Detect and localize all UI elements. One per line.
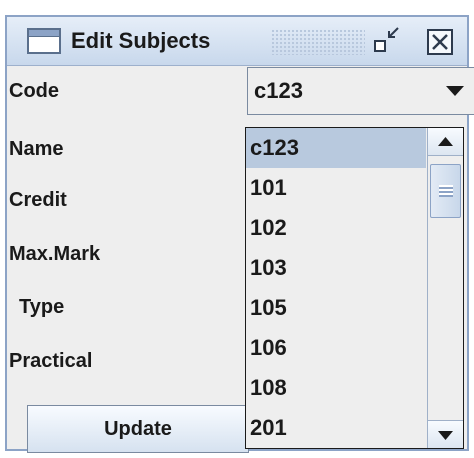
title-bar-grip bbox=[271, 29, 365, 55]
dropdown-option[interactable]: 201 bbox=[246, 408, 426, 448]
dropdown-option-selected[interactable]: c123 bbox=[246, 128, 426, 168]
window-icon bbox=[27, 28, 61, 54]
scroll-thumb[interactable] bbox=[430, 164, 461, 218]
dropdown-option[interactable]: 106 bbox=[246, 328, 426, 368]
chevron-down-icon bbox=[438, 431, 453, 440]
update-button[interactable]: Update bbox=[27, 405, 249, 453]
code-dropdown-list[interactable]: c123 101 102 103 105 106 108 201 bbox=[245, 127, 464, 449]
name-label: Name bbox=[9, 138, 64, 160]
credit-label: Credit bbox=[9, 189, 67, 211]
scroll-thumb-grip-icon bbox=[439, 185, 453, 197]
chevron-up-icon bbox=[438, 137, 453, 146]
dropdown-scrollbar[interactable] bbox=[427, 128, 463, 448]
scroll-up-button[interactable] bbox=[428, 128, 463, 156]
dropdown-option[interactable]: 108 bbox=[246, 368, 426, 408]
dropdown-option[interactable]: 102 bbox=[246, 208, 426, 248]
close-icon[interactable] bbox=[427, 29, 453, 55]
dropdown-options: c123 101 102 103 105 106 108 201 bbox=[246, 128, 426, 448]
scroll-down-button[interactable] bbox=[428, 420, 463, 448]
dropdown-option[interactable]: 105 bbox=[246, 288, 426, 328]
type-label: Type bbox=[19, 296, 65, 318]
practical-label: Practical bbox=[9, 350, 93, 372]
code-combobox-value: c123 bbox=[254, 78, 303, 103]
code-combobox[interactable]: c123 bbox=[247, 67, 474, 115]
window-title: Edit Subjects bbox=[71, 28, 211, 53]
code-label: Code bbox=[9, 80, 59, 102]
title-bar[interactable]: Edit Subjects bbox=[7, 17, 467, 66]
minimize-icon[interactable] bbox=[373, 25, 401, 55]
dropdown-option[interactable]: 101 bbox=[246, 168, 426, 208]
max-mark-label: Max.Mark bbox=[9, 243, 101, 265]
chevron-down-icon[interactable] bbox=[436, 68, 474, 114]
dropdown-option[interactable]: 103 bbox=[246, 248, 426, 288]
